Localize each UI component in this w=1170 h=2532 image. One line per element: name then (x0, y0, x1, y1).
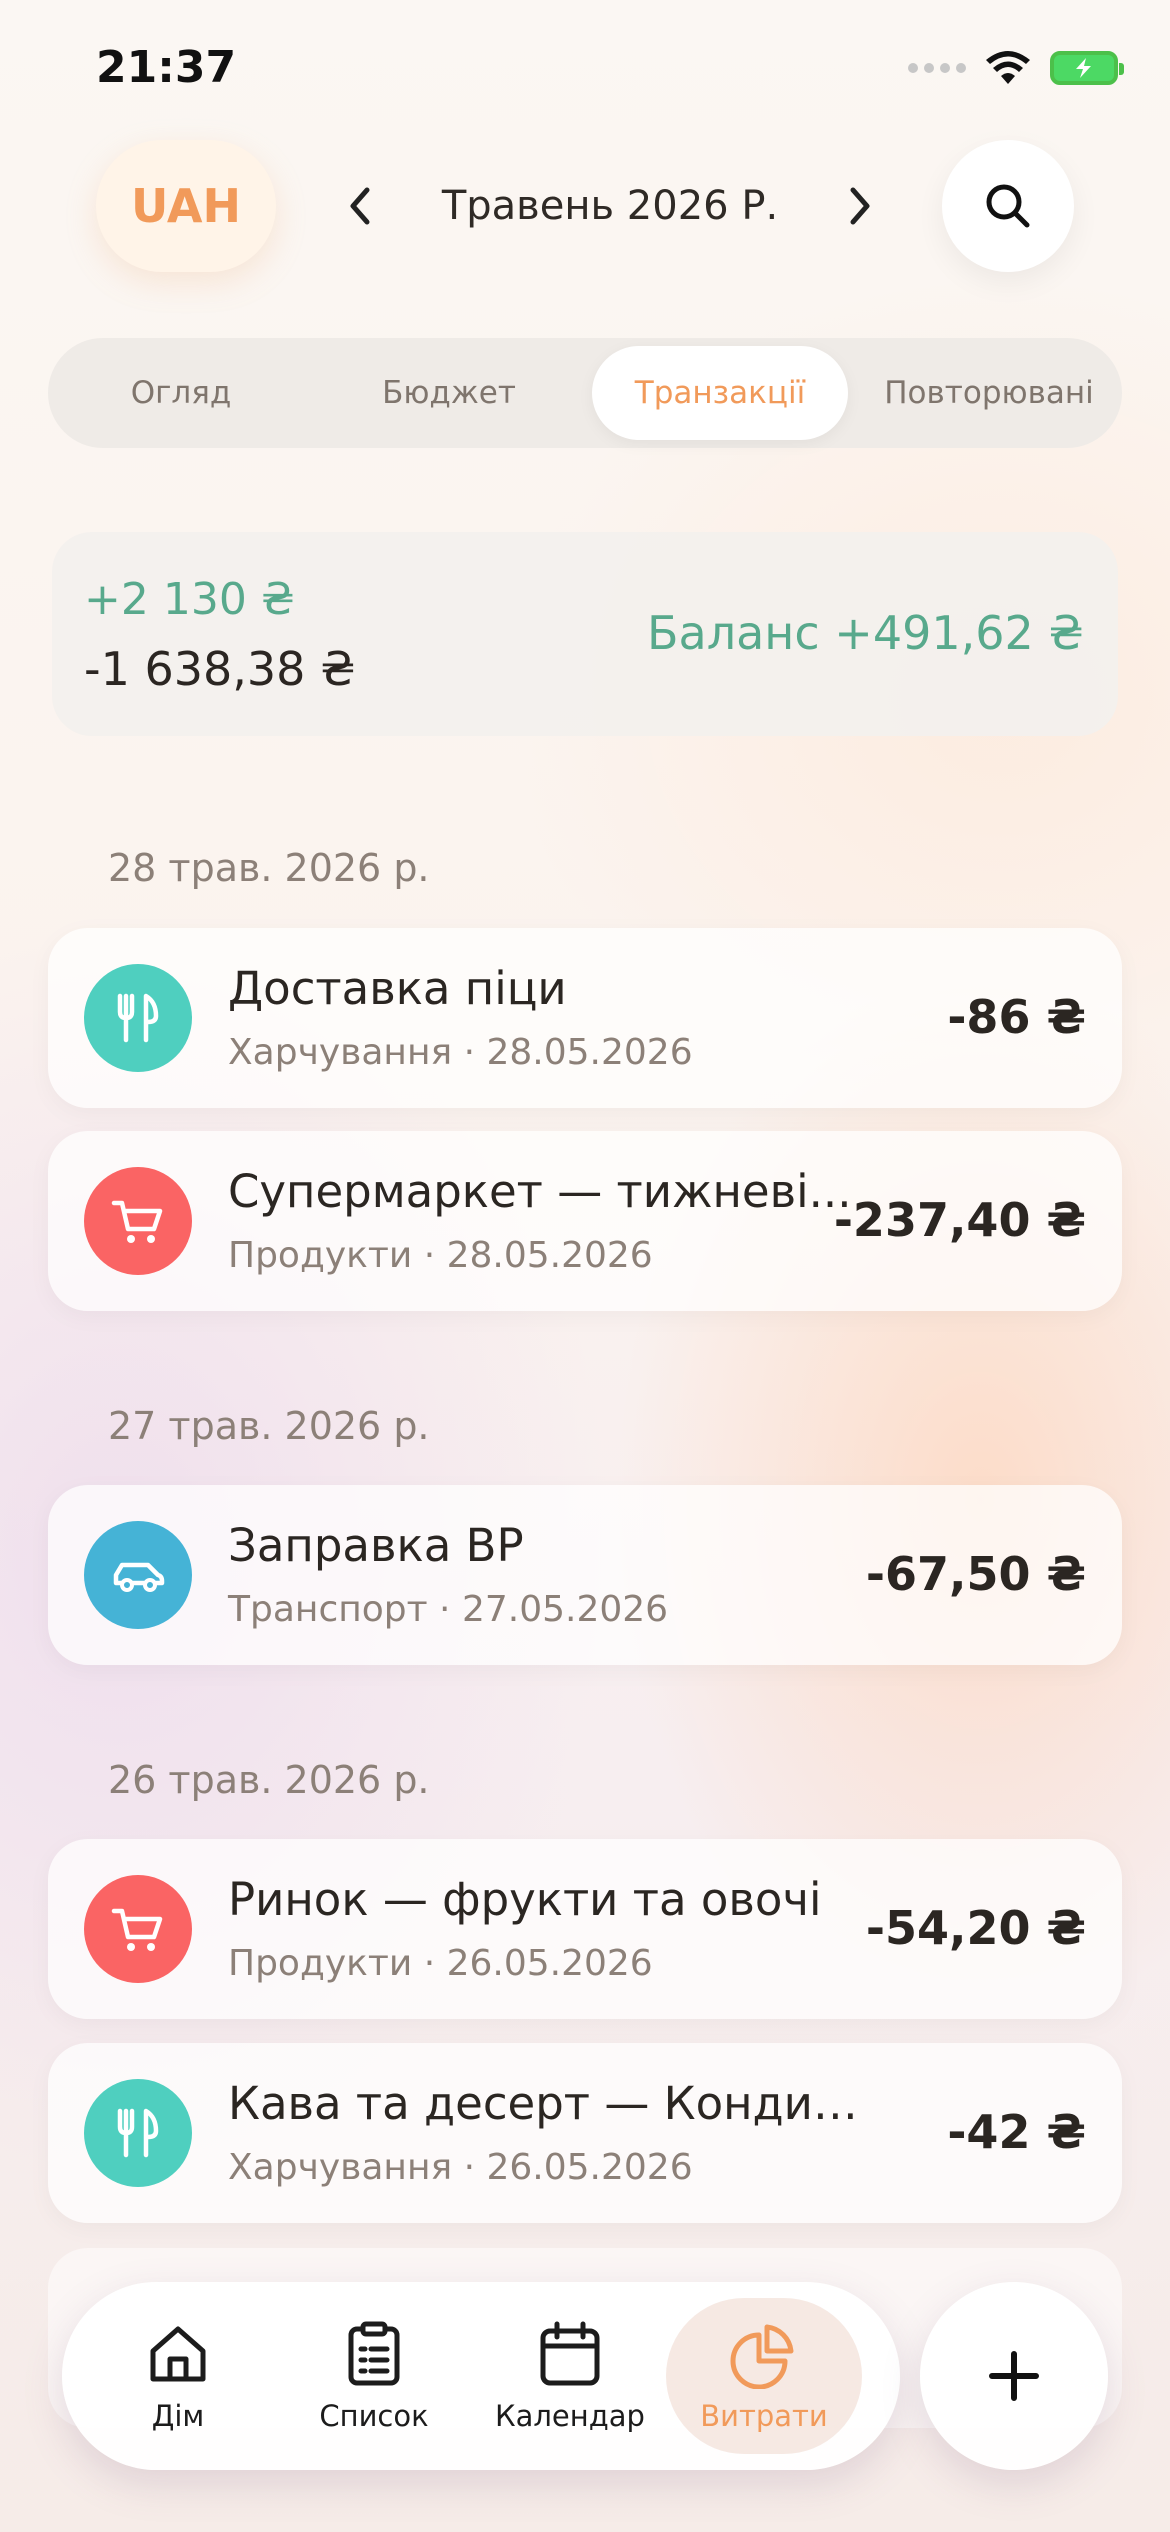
search-button[interactable] (942, 140, 1074, 272)
currency-button[interactable]: UAH (96, 140, 276, 272)
tab-transactions[interactable]: Транзакції (592, 346, 848, 440)
transaction-row[interactable]: Кава та десерт — Кондитерс... Харчування… (48, 2043, 1122, 2223)
transaction-amount: -237,40 ₴ (833, 1193, 1086, 1247)
status-time: 21:37 (96, 42, 237, 93)
transaction-row[interactable]: Доставка піци Харчування · 28.05.2026 -8… (48, 928, 1122, 1108)
transaction-title: Ринок — фрукти та овочі (228, 1873, 822, 1926)
transaction-row[interactable]: Супермаркет — тижневі... Продукти · 28.0… (48, 1131, 1122, 1311)
transaction-title: Доставка піци (228, 962, 567, 1015)
status-icons (908, 50, 1124, 86)
add-transaction-button[interactable] (920, 2282, 1108, 2470)
transaction-subtitle: Харчування · 26.05.2026 (228, 2147, 693, 2188)
cellular-signal-icon (908, 63, 966, 73)
fork-knife-icon (84, 2079, 192, 2187)
month-title: Травень 2026 Р. (441, 183, 779, 229)
pie-chart-icon (730, 2324, 794, 2389)
balance-total: Баланс +491,62 ₴ (646, 606, 1084, 660)
expense-total: -1 638,38 ₴ (84, 642, 356, 696)
calendar-icon (540, 2321, 600, 2386)
nav-list[interactable]: Список (276, 2298, 472, 2454)
transaction-row[interactable]: Ринок — фрукти та овочі Продукти · 26.05… (48, 1839, 1122, 2019)
income-total: +2 130 ₴ (84, 574, 295, 625)
date-header: 28 трав. 2026 р. (108, 846, 430, 890)
nav-list-label: Список (319, 2399, 429, 2433)
prev-month-button[interactable] (330, 176, 390, 236)
nav-expenses[interactable]: Витрати (666, 2298, 862, 2454)
plus-icon (989, 2351, 1039, 2401)
transaction-subtitle: Харчування · 28.05.2026 (228, 1032, 693, 1073)
month-navigator: Травень 2026 Р. (330, 150, 890, 262)
car-icon (84, 1521, 192, 1629)
battery-icon (1050, 51, 1124, 85)
tab-budget[interactable]: Бюджет (324, 346, 574, 440)
transaction-title: Заправка BP (228, 1519, 524, 1572)
tab-recurring[interactable]: Повторювані (864, 346, 1114, 440)
home-icon (150, 2326, 206, 2382)
tab-overview[interactable]: Огляд (56, 346, 306, 440)
next-month-button[interactable] (830, 176, 890, 236)
summary-card: +2 130 ₴ -1 638,38 ₴ Баланс +491,62 ₴ (52, 532, 1118, 736)
transaction-amount: -86 ₴ (947, 990, 1086, 1044)
transaction-row[interactable]: Заправка BP Транспорт · 27.05.2026 -67,5… (48, 1485, 1122, 1665)
chevron-left-icon (350, 187, 370, 225)
transaction-title: Кава та десерт — Кондитерс... (228, 2077, 868, 2130)
view-tabs: Огляд Бюджет Транзакції Повторювані (48, 338, 1122, 448)
cart-icon (84, 1875, 192, 1983)
nav-expenses-label: Витрати (700, 2399, 828, 2433)
search-icon (986, 184, 1030, 228)
wifi-icon (986, 51, 1030, 84)
nav-home-label: Дім (151, 2399, 205, 2433)
status-bar: 21:37 (0, 0, 1170, 140)
transaction-amount: -67,50 ₴ (865, 1547, 1086, 1601)
date-header: 26 трав. 2026 р. (108, 1758, 430, 1802)
transaction-subtitle: Транспорт · 27.05.2026 (228, 1589, 669, 1630)
transaction-subtitle: Продукти · 28.05.2026 (228, 1235, 653, 1276)
nav-calendar[interactable]: Календар (472, 2298, 668, 2454)
transaction-subtitle: Продукти · 26.05.2026 (228, 1943, 653, 1984)
nav-home[interactable]: Дім (80, 2298, 276, 2454)
bottom-nav: Дім Список Календар Витрати (62, 2282, 900, 2470)
transaction-title: Супермаркет — тижневі... (228, 1165, 852, 1218)
date-header: 27 трав. 2026 р. (108, 1404, 430, 1448)
chevron-right-icon (850, 187, 870, 225)
transaction-amount: -54,20 ₴ (865, 1901, 1086, 1955)
fork-knife-icon (84, 964, 192, 1072)
cart-icon (84, 1167, 192, 1275)
clipboard-list-icon (348, 2321, 400, 2386)
transaction-amount: -42 ₴ (947, 2105, 1086, 2159)
nav-calendar-label: Календар (495, 2399, 645, 2433)
